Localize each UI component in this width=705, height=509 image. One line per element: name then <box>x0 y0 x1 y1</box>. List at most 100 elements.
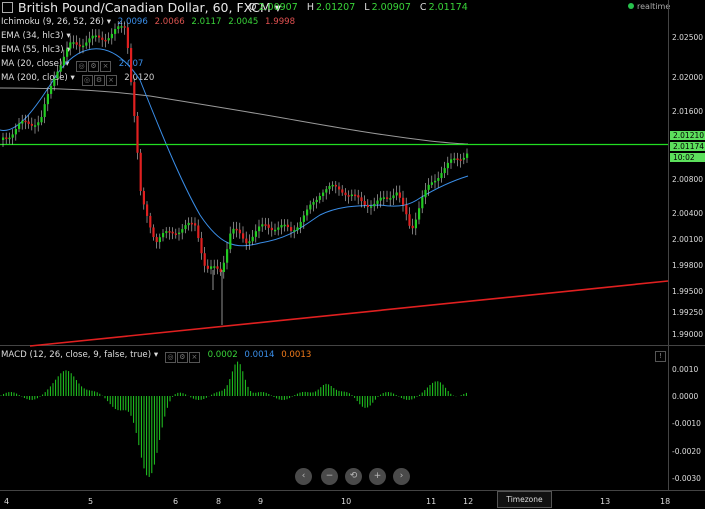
candle <box>152 227 155 238</box>
candle <box>216 266 219 269</box>
indicator-macd[interactable]: MACD (12, 26, close, 9, false, true) ▾ ◎… <box>1 349 312 363</box>
zoom-out-button[interactable]: − <box>321 468 338 485</box>
candle <box>328 185 331 190</box>
candle <box>389 198 392 200</box>
candle <box>146 204 149 216</box>
candle <box>325 189 328 193</box>
candle <box>408 214 411 226</box>
timezone-button[interactable]: Timezone <box>497 491 552 508</box>
candle <box>437 178 440 181</box>
candle <box>117 26 120 30</box>
candle <box>206 265 209 269</box>
candle <box>136 115 139 153</box>
candle <box>187 222 190 226</box>
candle <box>178 232 181 235</box>
candle <box>50 85 53 94</box>
candle <box>194 223 197 226</box>
candle <box>421 197 424 209</box>
price-label: 1.99000 <box>672 330 704 339</box>
time-label: 6 <box>173 497 179 506</box>
candle <box>155 237 158 243</box>
candle <box>184 225 187 230</box>
candle <box>133 82 136 116</box>
settings-icon[interactable]: ⚙ <box>176 352 188 363</box>
candle <box>8 137 11 140</box>
candle <box>120 26 123 28</box>
candle <box>219 268 222 273</box>
candle <box>72 42 75 44</box>
trend-line[interactable] <box>29 280 669 347</box>
price-label: 2.01600 <box>672 107 704 116</box>
candle <box>344 192 347 196</box>
scroll-right-button[interactable]: › <box>393 468 410 485</box>
candle <box>85 42 88 46</box>
pane-menu-icon[interactable]: ! <box>655 351 666 362</box>
candle <box>203 253 206 266</box>
candle <box>229 233 232 250</box>
candle <box>405 204 408 215</box>
zoom-in-button[interactable]: + <box>369 468 386 485</box>
price-label: 1.99800 <box>672 261 704 270</box>
candle <box>312 202 315 205</box>
reset-button[interactable]: ⟲ <box>345 468 362 485</box>
candle <box>446 162 449 169</box>
candle <box>424 189 427 198</box>
chevron-down-icon[interactable]: ▾ <box>154 350 158 360</box>
candle <box>24 120 27 123</box>
scroll-left-button[interactable]: ‹ <box>295 468 312 485</box>
macd-value-2: 0.0014 <box>244 350 275 360</box>
time-label: 10 <box>341 497 352 506</box>
candle <box>341 189 344 193</box>
candle <box>190 222 193 225</box>
candle <box>270 227 273 231</box>
candle <box>30 123 33 126</box>
time-label: 18 <box>660 497 671 506</box>
candle <box>414 219 417 229</box>
price-label: 1.99250 <box>672 308 704 317</box>
close-icon[interactable]: × <box>188 352 200 363</box>
candle <box>296 227 299 231</box>
candle <box>395 192 398 196</box>
chart-canvas[interactable] <box>0 0 705 509</box>
candle <box>242 233 245 239</box>
candle <box>213 266 216 268</box>
candle <box>354 194 357 197</box>
price-tag-countdown: 10:02 <box>670 153 705 162</box>
candle <box>261 224 264 227</box>
candle <box>46 93 49 105</box>
candle <box>309 204 312 210</box>
candle <box>11 134 14 138</box>
candle <box>245 238 248 244</box>
candle <box>107 38 110 41</box>
macd-value-1: 0.0002 <box>207 350 238 360</box>
candle <box>2 137 5 140</box>
macd-axis-label: -0.0010 <box>672 419 701 428</box>
candle <box>88 38 91 43</box>
candle <box>5 137 8 139</box>
candle <box>283 224 286 227</box>
candle <box>168 231 171 233</box>
candle <box>453 158 456 160</box>
candle <box>104 39 107 42</box>
candle <box>418 208 421 220</box>
candle <box>290 227 293 231</box>
candle <box>254 231 257 237</box>
candle <box>165 231 168 234</box>
candle <box>280 225 283 228</box>
candle <box>456 158 459 160</box>
price-label: 2.00100 <box>672 235 704 244</box>
time-label: 12 <box>463 497 474 506</box>
candle <box>210 266 213 269</box>
candle <box>101 37 104 40</box>
candle <box>238 229 241 234</box>
candle <box>59 65 62 72</box>
eye-icon[interactable]: ◎ <box>164 352 176 363</box>
candle <box>126 27 129 49</box>
candle <box>82 45 85 48</box>
candle <box>450 159 453 163</box>
candle <box>264 224 267 226</box>
candle <box>21 120 24 124</box>
candle <box>331 184 334 187</box>
candle <box>398 192 401 198</box>
macd-value-3: 0.0013 <box>281 350 312 360</box>
